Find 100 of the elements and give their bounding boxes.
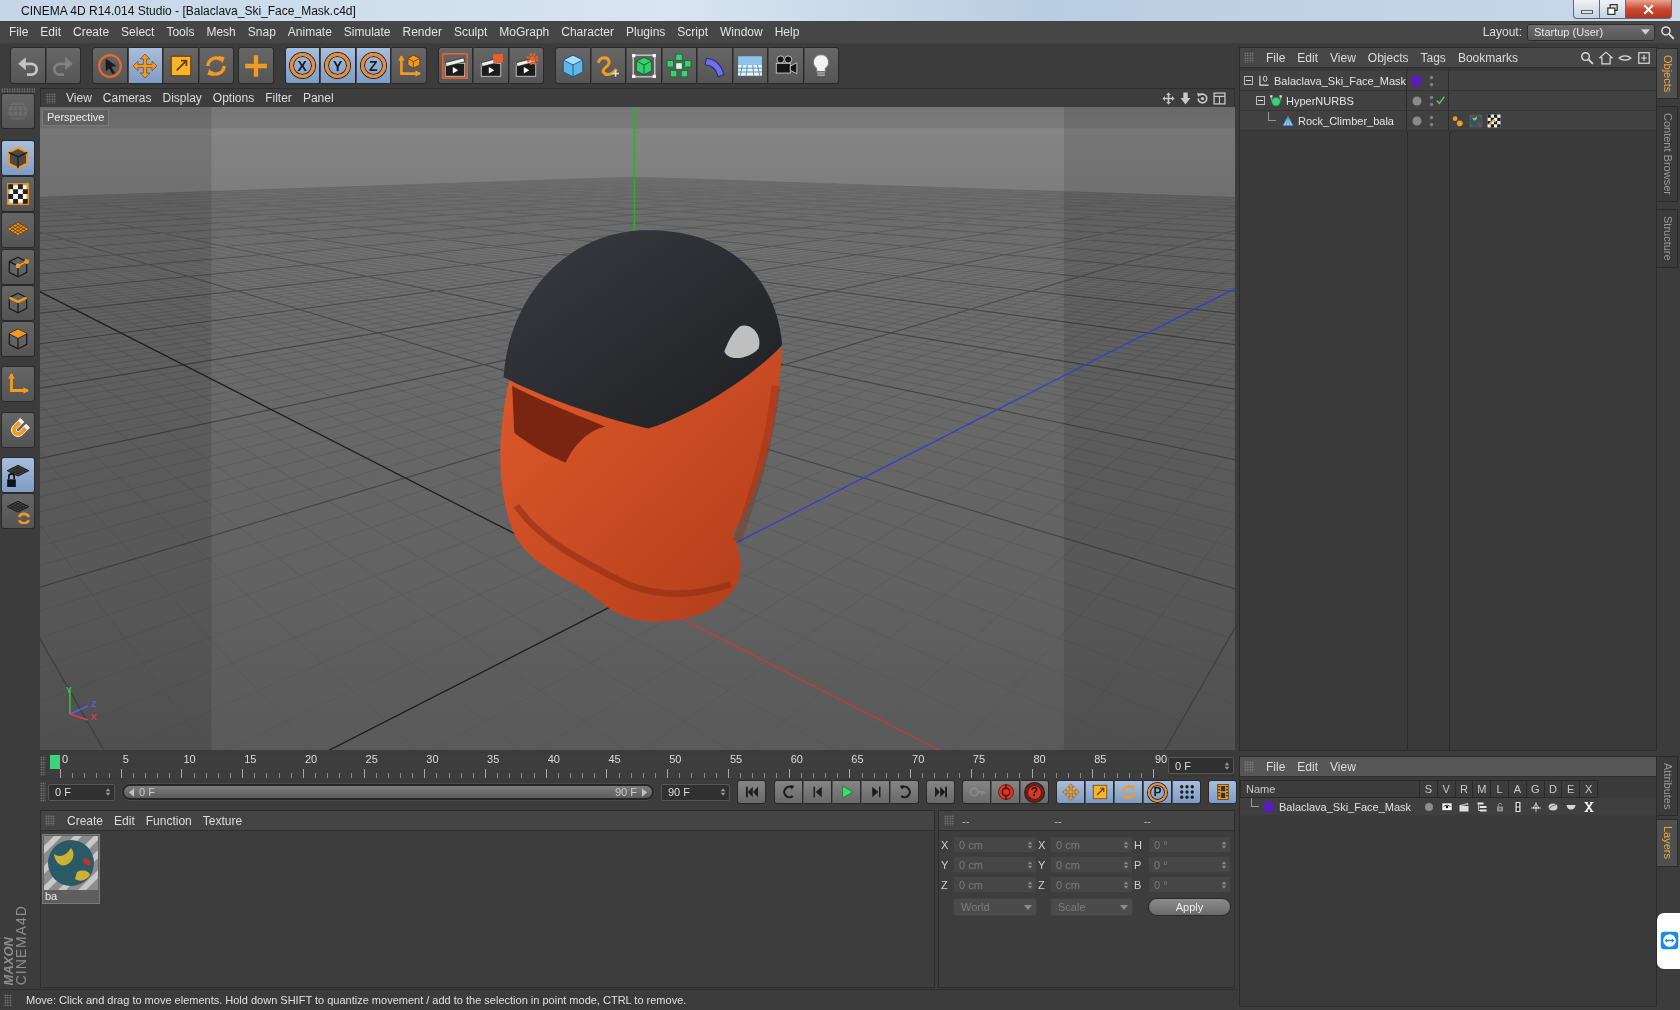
triangle-axes-icon[interactable]: [1529, 800, 1542, 813]
hierarchy-icon[interactable]: [1476, 800, 1489, 813]
scale-button[interactable]: [163, 47, 199, 84]
home-icon[interactable]: [1599, 50, 1613, 65]
visibility-dots-icon[interactable]: [1429, 73, 1434, 88]
menu-item[interactable]: Mesh: [206, 25, 236, 39]
points-button[interactable]: [1, 249, 35, 285]
object-name[interactable]: Balaclava_Ski_Face_Mask: [1274, 74, 1407, 87]
plus-square-icon[interactable]: [1637, 50, 1651, 65]
spin-arrows-icon[interactable]: [720, 787, 726, 797]
axis-lock-button[interactable]: X: [284, 47, 320, 84]
menu-item[interactable]: Tags: [1420, 50, 1446, 65]
clapperboard-icon[interactable]: [1458, 800, 1471, 813]
spin-arrows-icon[interactable]: [1224, 760, 1230, 771]
point-level-button[interactable]: [1172, 780, 1201, 804]
move-button[interactable]: [1056, 780, 1085, 804]
column-header[interactable]: S: [1420, 780, 1438, 798]
live-select-button[interactable]: [92, 47, 128, 84]
menu-item[interactable]: View: [1330, 759, 1356, 774]
drag-grip-icon[interactable]: [40, 755, 46, 776]
menu-item[interactable]: Animate: [287, 25, 332, 39]
menu-item[interactable]: Help: [774, 25, 800, 39]
play-button[interactable]: [832, 780, 861, 804]
menu-item[interactable]: Plugins: [625, 25, 666, 39]
menu-item[interactable]: Cameras: [102, 91, 152, 105]
column-header[interactable]: E: [1562, 780, 1581, 798]
menu-item[interactable]: View: [1330, 50, 1356, 65]
menu-item[interactable]: File: [1266, 759, 1286, 774]
menu-item[interactable]: Edit: [1297, 50, 1319, 65]
menu-item[interactable]: Select: [121, 25, 155, 39]
polygons-button[interactable]: [1, 321, 35, 357]
axis-lock-button[interactable]: Z: [355, 47, 391, 84]
menu-item[interactable]: Tools: [166, 25, 195, 39]
cube-button[interactable]: [555, 47, 591, 84]
drag-grip-icon[interactable]: [1, 88, 35, 93]
object-name[interactable]: HyperNURBS: [1286, 94, 1354, 107]
menu-item[interactable]: Window: [720, 25, 763, 39]
right-arrow-icon[interactable]: [641, 787, 648, 797]
object-row[interactable]: Balaclava_Ski_Face_Mask: [1240, 71, 1656, 91]
column-header[interactable]: M: [1473, 780, 1492, 798]
drag-grip-icon[interactable]: [45, 815, 55, 826]
model-button[interactable]: [1, 140, 35, 176]
bend-button[interactable]: [697, 47, 733, 84]
next-frame-button[interactable]: [861, 780, 890, 804]
menu-item[interactable]: Render: [402, 25, 442, 39]
visibility-dots-icon[interactable]: [1429, 93, 1434, 108]
visibility-dots-icon[interactable]: [1429, 113, 1434, 128]
spline-button[interactable]: [590, 47, 626, 84]
timeline-ruler[interactable]: 0 5 10 15 20 25 30 35 40 45 50 55 60 65 70 75 80 85 90: [48, 753, 1168, 778]
axis-lock-button[interactable]: Y: [320, 47, 356, 84]
object-name[interactable]: Rock_Climber_bala: [1298, 114, 1394, 127]
rotate-button[interactable]: [1114, 780, 1143, 804]
planar-workplane-button[interactable]: [1, 493, 35, 529]
drag-grip-icon[interactable]: [4, 994, 12, 1006]
lock-workplane-button[interactable]: [1, 457, 35, 493]
layer-dot-icon[interactable]: [1412, 95, 1422, 106]
menu-item[interactable]: Sculpt: [453, 25, 488, 39]
menu-item[interactable]: File: [1266, 50, 1286, 65]
check-icon[interactable]: [1436, 96, 1445, 105]
object-row[interactable]: Rock_Climber_bala: [1240, 111, 1656, 131]
record-button[interactable]: [991, 780, 1020, 804]
prev-frame-button[interactable]: [803, 780, 832, 804]
menu-item[interactable]: File: [9, 25, 29, 39]
snap-button[interactable]: [1, 412, 35, 448]
x-mark-icon[interactable]: [1583, 800, 1596, 813]
pan-arrows-icon[interactable]: [1162, 91, 1175, 105]
down-arrow-icon[interactable]: [1179, 91, 1192, 105]
material-thumbnail[interactable]: ba: [42, 834, 100, 904]
cloner-button[interactable]: [661, 47, 697, 84]
render-view-button[interactable]: [437, 47, 473, 84]
workplane-button[interactable]: [1, 212, 35, 248]
close-button[interactable]: [1625, 0, 1672, 19]
recent-tool-button[interactable]: [238, 47, 274, 84]
drag-grip-icon[interactable]: [1244, 761, 1254, 772]
menu-item[interactable]: Simulate: [343, 25, 391, 39]
menu-item[interactable]: Snap: [247, 25, 276, 39]
minimize-button[interactable]: [1573, 0, 1600, 19]
collapse-toggle-icon[interactable]: [1256, 96, 1265, 105]
side-tab[interactable]: Layers: [1657, 819, 1678, 867]
collapse-toggle-icon[interactable]: [1244, 76, 1253, 85]
left-arrow-icon[interactable]: [128, 787, 135, 797]
start-frame-field[interactable]: 0 F: [48, 783, 115, 801]
layout-dropdown[interactable]: Startup (User): [1527, 23, 1655, 41]
layer-dot-icon[interactable]: [1412, 115, 1422, 126]
circular-arrow-icon[interactable]: [1196, 91, 1209, 105]
menu-item[interactable]: Edit: [40, 25, 62, 39]
render-settings-button[interactable]: [508, 47, 544, 84]
monitor-eye-icon[interactable]: [1440, 800, 1453, 813]
go-start-button[interactable]: [737, 780, 766, 804]
param-button[interactable]: P: [1143, 780, 1172, 804]
axis-mode-button[interactable]: [1, 366, 35, 402]
side-tab[interactable]: Content Browser: [1657, 106, 1678, 203]
scale-button[interactable]: [1085, 780, 1114, 804]
layer-row[interactable]: Balaclava_Ski_Face_Mask: [1240, 798, 1656, 815]
drag-grip-icon[interactable]: [944, 815, 954, 826]
menu-item[interactable]: Bookmarks: [1457, 50, 1518, 65]
layer-name[interactable]: Balaclava_Ski_Face_Mask: [1279, 800, 1412, 813]
playhead-marker[interactable]: [50, 755, 60, 769]
column-header[interactable]: Name: [1240, 780, 1420, 798]
menu-item[interactable]: Create: [73, 25, 110, 39]
